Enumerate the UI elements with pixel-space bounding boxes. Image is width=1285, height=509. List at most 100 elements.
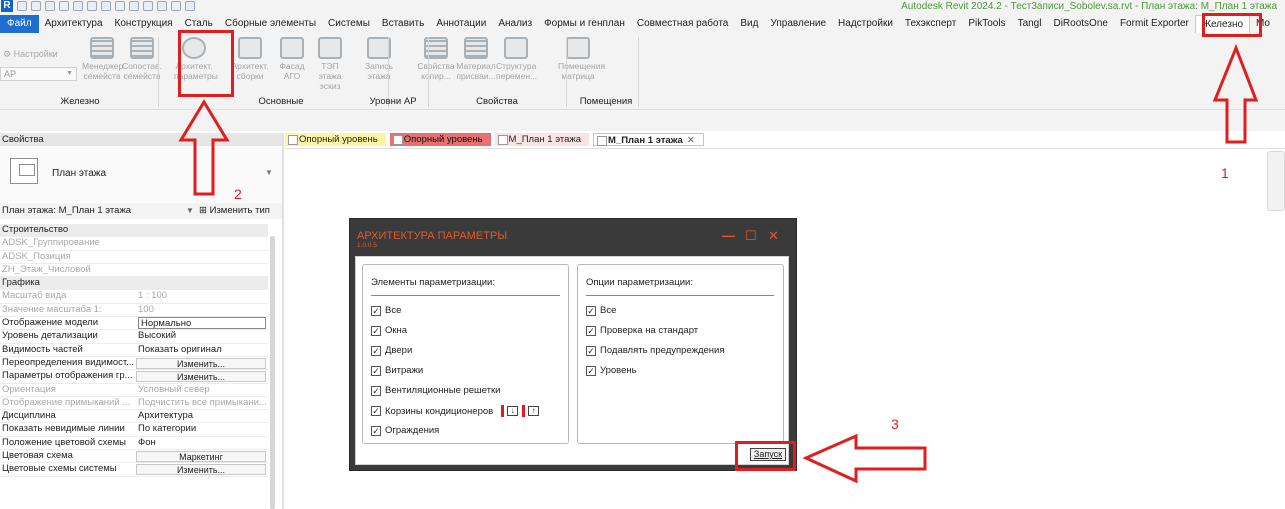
tab-item[interactable]: Formit Exporter (1114, 15, 1195, 33)
property-value-field[interactable]: Нормально (138, 317, 266, 330)
thin-lines-icon[interactable] (171, 1, 181, 11)
chevron-down-icon[interactable]: ▼ (186, 203, 194, 219)
checkbox[interactable]: ✓ (371, 425, 381, 436)
revit-logo[interactable]: R (1, 0, 13, 12)
section-combo[interactable]: АР ▼ (0, 67, 77, 81)
checkbox-item[interactable]: ✓ Уровень (586, 365, 637, 376)
open-icon[interactable] (17, 1, 27, 11)
property-value[interactable]: Показать оригинал (138, 344, 266, 355)
navigation-bar[interactable] (1267, 151, 1285, 211)
rooms-matrix-button[interactable]: Помещения матрица (558, 36, 605, 92)
tab-item[interactable]: DiRootsOne (1047, 15, 1113, 33)
property-value[interactable]: 100 (138, 304, 266, 315)
checkbox[interactable]: ✓ (371, 406, 381, 416)
checkbox[interactable]: ✓ (371, 345, 381, 356)
view-tab[interactable]: М_План 1 этажа (494, 133, 589, 146)
undo-icon[interactable] (59, 1, 69, 11)
checkbox[interactable]: ✓ (586, 305, 596, 316)
checkbox-item[interactable]: ✓ Ограждения (371, 425, 439, 436)
checkbox[interactable]: ✓ (371, 325, 381, 336)
checkbox-item[interactable]: ✓ Вентиляционные решетки (371, 385, 500, 396)
tab-item[interactable]: Совместная работа (631, 15, 735, 33)
property-value[interactable]: Фон (138, 437, 266, 448)
step-number-1: 1 (1221, 165, 1229, 181)
property-value[interactable]: Архитектура (138, 410, 266, 421)
property-edit-button[interactable]: Изменить... (136, 464, 266, 476)
checkbox-item[interactable]: ✓ Подавлять предупреждения (586, 345, 724, 356)
text-icon[interactable] (129, 1, 139, 11)
property-name: Переопределения видимост... (2, 356, 134, 368)
tab-item[interactable]: Техэксперт (899, 15, 962, 33)
checkbox[interactable]: ✓ (586, 345, 596, 356)
tab-item[interactable]: Аннотации (430, 15, 492, 33)
chevron-down-icon[interactable]: ▼ (265, 168, 273, 177)
settings-button[interactable]: ⚙ Настройки (3, 49, 58, 60)
write-floor-button[interactable]: Запись этажа (359, 36, 399, 92)
minimize-button[interactable]: — (722, 228, 735, 243)
structure-replace-button[interactable]: Структура перемен... (496, 36, 537, 92)
view-tab[interactable]: Опорный уровень (285, 133, 386, 146)
checkbox[interactable]: ✓ (586, 365, 596, 376)
checkbox[interactable]: ✓ (586, 325, 596, 336)
properties-scrollbar[interactable] (270, 236, 275, 509)
tab-item[interactable]: Системы (322, 15, 376, 33)
checkbox-item[interactable]: ✓ Двери (371, 345, 412, 356)
tab-item[interactable]: Сборные элементы (219, 15, 322, 33)
property-edit-button[interactable]: Изменить... (136, 371, 266, 383)
view-tab[interactable]: М_План 1 этажа ✕ (593, 133, 704, 146)
tab-item[interactable]: Tangl (1012, 15, 1048, 33)
property-value[interactable]: Подчистить все примыкани... (138, 397, 266, 408)
family-manager-button[interactable]: Менеджер семейств (82, 36, 123, 92)
checkbox-item[interactable]: ✓ Витражи (371, 365, 423, 376)
measure-icon[interactable] (101, 1, 111, 11)
tab-item[interactable]: Управление (764, 15, 832, 33)
dimension-icon[interactable] (115, 1, 125, 11)
3d-view-icon[interactable] (143, 1, 153, 11)
checkbox-label: Двери (385, 345, 413, 356)
tab-item[interactable]: Анализ (492, 15, 538, 33)
print-icon[interactable] (87, 1, 97, 11)
arch-assemblies-button[interactable]: Архитект. сборки (230, 36, 270, 92)
sync-icon[interactable] (45, 1, 55, 11)
facade-ago-button[interactable]: Фасад АГО (272, 36, 312, 92)
redo-icon[interactable] (73, 1, 83, 11)
tab-item[interactable]: Надстройки (832, 15, 899, 33)
close-button[interactable]: ✕ (768, 228, 779, 244)
properties-copy-button[interactable]: Свойства копир... (416, 36, 456, 92)
checkbox-item[interactable]: ✓ Все (371, 305, 401, 316)
property-value[interactable]: 1 : 100 (138, 290, 266, 301)
checkbox-item[interactable]: ✓ Проверка на стандарт (586, 325, 698, 336)
checkbox[interactable]: ✓ (371, 365, 381, 376)
tep-floor-button[interactable]: ТЭП этажа эскиз (310, 36, 350, 92)
checkbox[interactable]: ✓ (371, 385, 381, 396)
tab-item[interactable]: Вставить (376, 15, 430, 33)
tab-item[interactable]: Архитектура (39, 15, 109, 33)
property-edit-button[interactable]: Изменить... (136, 357, 266, 369)
checkbox-item[interactable]: ✓ Окна (371, 325, 407, 336)
section-icon[interactable] (157, 1, 167, 11)
instance-label[interactable]: План этажа: М_План 1 этажа (2, 205, 131, 216)
tab-item[interactable]: Конструкция (109, 15, 179, 33)
tab-item[interactable]: Вид (734, 15, 764, 33)
panel-divider[interactable] (282, 133, 284, 509)
edit-type-button[interactable]: ⊞ Изменить тип (199, 203, 270, 219)
property-edit-button[interactable]: Маркетинг (136, 451, 266, 463)
tab-item[interactable]: Формы и генплан (538, 15, 631, 33)
import-icon[interactable]: ↓ (507, 406, 519, 416)
close-icon[interactable]: ✕ (687, 135, 695, 146)
maximize-button[interactable]: ☐ (745, 228, 757, 244)
property-value[interactable]: Высокий (138, 330, 266, 341)
view-tab[interactable]: Опорный уровень (389, 133, 491, 146)
export-icon[interactable]: ↑ (528, 406, 540, 416)
tab-file[interactable]: Файл (0, 15, 39, 33)
material-assign-button[interactable]: Материал присваи... (456, 36, 496, 92)
checkbox-item[interactable]: ✓ Корзины кондиционеров ↓ ↑ (371, 405, 540, 417)
checkbox[interactable]: ✓ (371, 305, 381, 316)
property-value[interactable]: По категории (138, 423, 266, 434)
property-value[interactable]: Условный север (138, 384, 266, 395)
checkbox-item[interactable]: ✓ Все (586, 305, 616, 316)
save-icon[interactable] (31, 1, 41, 11)
family-compare-button[interactable]: Сопостав. семейств (122, 36, 162, 92)
tab-item[interactable]: PikTools (962, 15, 1011, 33)
close-hidden-icon[interactable] (185, 1, 195, 11)
